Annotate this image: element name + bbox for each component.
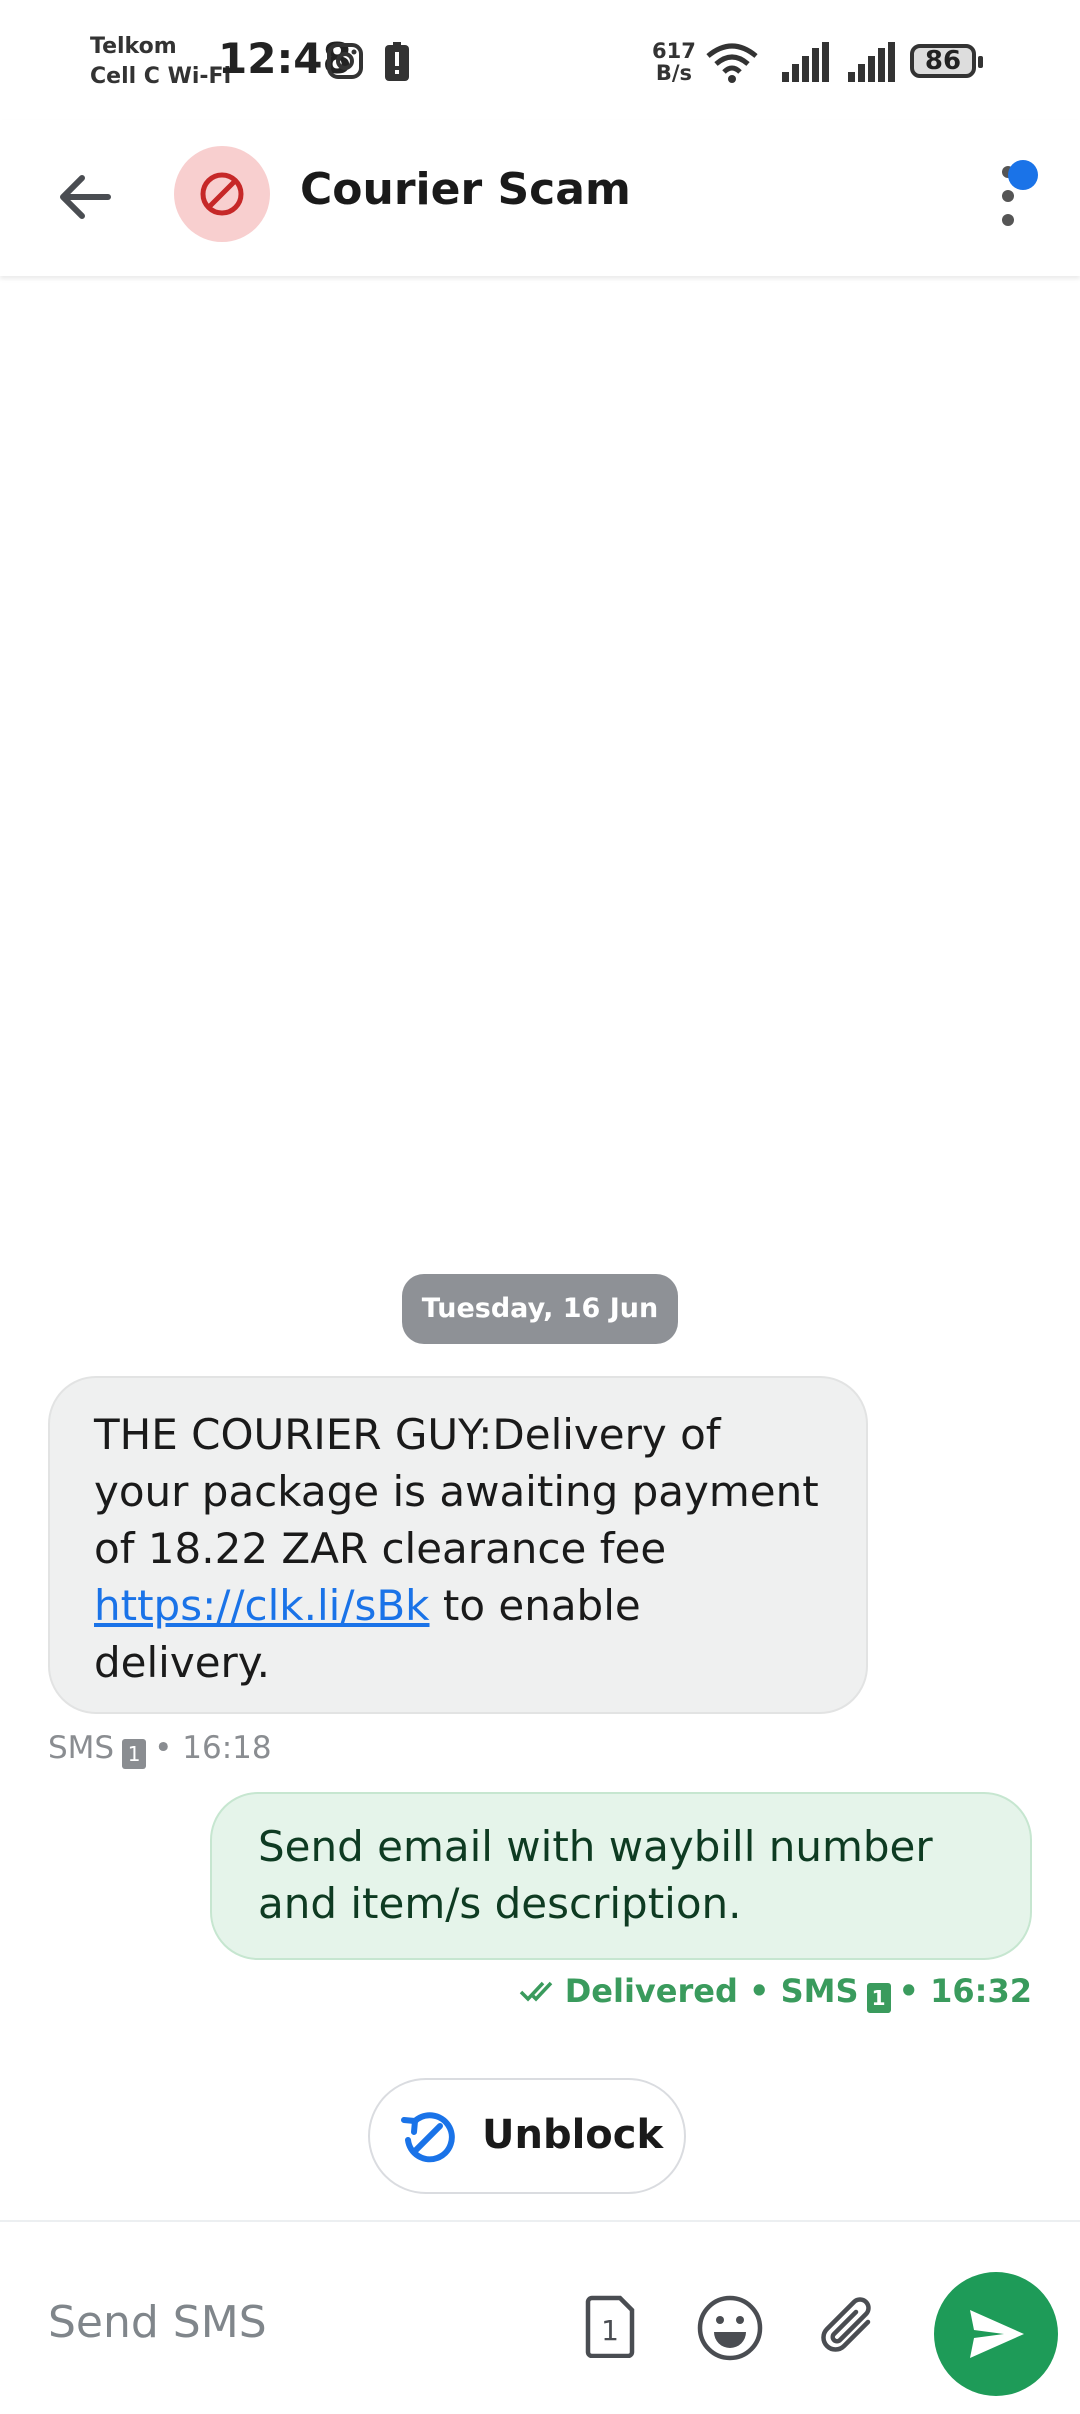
delivery-status: Delivered [564, 1972, 738, 2010]
wifi-icon [704, 42, 760, 88]
unblock-label: Unblock [482, 2112, 664, 2158]
status-bar: Telkom Cell C Wi-Fi 12:48 617 B/s 86 [0, 0, 1080, 120]
message-composer: 1 [0, 2220, 1080, 2414]
sim-icon: 1 [122, 1739, 147, 1769]
signal-icon-2 [846, 42, 896, 86]
carrier-label: Telkom Cell C Wi-Fi [90, 34, 232, 89]
battery-indicator: 86 [910, 44, 983, 78]
signal-icon [780, 42, 830, 86]
send-icon [970, 2310, 1024, 2358]
contact-name[interactable]: Courier Scam [300, 164, 631, 215]
svg-text:1: 1 [601, 2314, 619, 2347]
send-button[interactable] [934, 2272, 1058, 2396]
conversation-toolbar: Courier Scam [0, 120, 1080, 276]
paperclip-icon [821, 2297, 871, 2352]
sim-card-icon: 1 [585, 2295, 635, 2359]
back-button[interactable] [50, 162, 120, 232]
emoji-button[interactable] [696, 2294, 764, 2366]
sim-icon: 1 [866, 1983, 891, 2013]
notification-dot [1008, 160, 1038, 190]
alert-icon [384, 42, 410, 86]
blocked-icon [200, 172, 244, 216]
emoji-icon [697, 2295, 763, 2361]
message-text: Send email with waybill number and item/… [258, 1822, 933, 1928]
net-speed: 617 B/s [652, 39, 696, 85]
incoming-message-bubble[interactable]: THE COURIER GUY:Delivery of your package… [48, 1376, 868, 1714]
message-text: THE COURIER GUY:Delivery of your package… [94, 1410, 819, 1573]
unblock-icon [401, 2112, 455, 2163]
outgoing-message-bubble[interactable]: Send email with waybill number and item/… [210, 1792, 1032, 1960]
unblock-button[interactable]: Unblock [368, 2078, 686, 2194]
contact-avatar[interactable] [174, 146, 270, 242]
message-link[interactable]: https://clk.li/sBk [94, 1581, 430, 1630]
sim-select-button[interactable]: 1 [582, 2294, 638, 2362]
date-divider: Tuesday, 16 Jun [402, 1274, 678, 1344]
incoming-message-meta: SMS 1 • 16:18 [48, 1730, 272, 1769]
arrow-left-icon [60, 175, 111, 219]
outgoing-message-meta: Delivered • SMS 1 • 16:32 [519, 1972, 1032, 2013]
double-check-icon [519, 1974, 559, 2012]
instagram-icon [326, 42, 364, 84]
sms-input[interactable] [46, 2286, 550, 2358]
attach-button[interactable] [818, 2294, 882, 2366]
